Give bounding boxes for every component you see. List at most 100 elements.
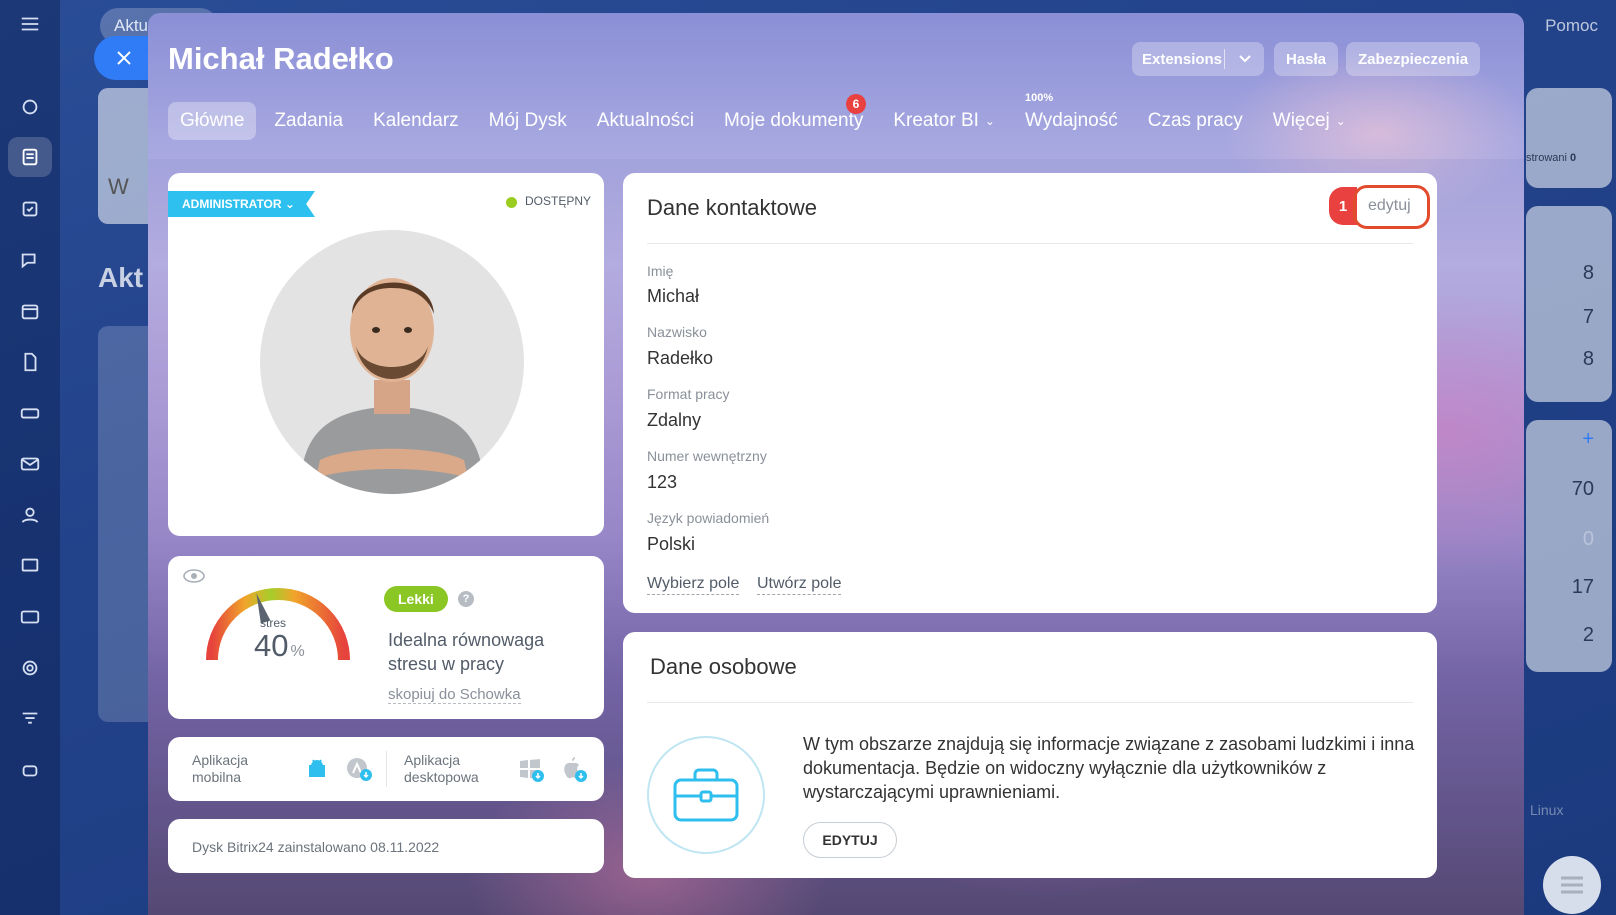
chevron-down-icon: ⌄ (1335, 114, 1346, 128)
avatar[interactable] (260, 230, 524, 494)
personal-description: W tym obszarze znajdują się informacje z… (803, 734, 1415, 802)
disk-install-info: Dysk Bitrix24 zainstalowano 08.11.2022 (192, 839, 440, 855)
stress-description: Idealna równowaga stresu w pracy (388, 630, 545, 674)
mail-icon[interactable] (18, 452, 42, 476)
list-icon (1561, 876, 1583, 894)
right-column-card (1526, 88, 1612, 188)
edit-contact-link[interactable]: edytuj (1368, 197, 1411, 215)
count-value: 8 (1582, 348, 1594, 370)
tab-my-documents[interactable]: Moje dokumenty 6 (712, 94, 875, 140)
close-icon (117, 51, 131, 65)
contact-section-title: Dane kontaktowe (647, 195, 817, 220)
briefcase-illustration (647, 736, 765, 854)
briefcase-icon (673, 768, 739, 822)
count-value: 8 (1582, 262, 1594, 284)
copy-to-clipboard-link[interactable]: skopiuj do Schowka (388, 686, 521, 704)
divider (386, 751, 387, 787)
tab-news[interactable]: Aktualności (585, 102, 706, 140)
board-icon[interactable] (18, 554, 42, 578)
extensions-button[interactable]: Extensions (1132, 42, 1264, 76)
right-column-counts: 8 7 8 (1526, 206, 1612, 402)
right-column-stats: + 70 0 17 2 (1526, 420, 1612, 672)
personal-card: Dane osobowe W tym obszarze znajdują się… (623, 632, 1437, 878)
android-icon[interactable] (306, 757, 328, 781)
background-card-text: W (108, 174, 129, 199)
documents-count-badge: 6 (845, 94, 866, 114)
field-value: 123 (647, 472, 678, 492)
disk-card: Dysk Bitrix24 zainstalowano 08.11.2022 (168, 819, 604, 873)
menu-icon[interactable] (18, 12, 42, 36)
security-button[interactable]: Zabezpieczenia (1346, 42, 1481, 76)
target-icon[interactable] (18, 656, 42, 680)
choose-field-link[interactable]: Wybierz pole (647, 575, 740, 595)
create-field-link[interactable]: Utwórz pole (757, 575, 842, 595)
help-icon[interactable]: ? (458, 591, 474, 607)
tab-performance[interactable]: 100% Wydajność (1013, 92, 1130, 140)
field-label: Nazwisko (647, 324, 707, 340)
chevron-down-icon: ⌄ (284, 197, 295, 211)
role-ribbon[interactable]: ADMINISTRATOR ⌄ (168, 191, 315, 217)
field-label: Format pracy (647, 386, 730, 402)
count-value: 2 (1582, 624, 1594, 646)
plus-icon[interactable]: + (1582, 428, 1594, 451)
app-store-download-icon[interactable] (346, 757, 374, 783)
contact-card: Dane kontaktowe 1 edytuj Imię Michał Naz… (623, 173, 1437, 613)
filter-icon[interactable] (18, 707, 42, 731)
tasks-icon[interactable] (18, 197, 42, 221)
tab-more[interactable]: Więcej ⌄ (1261, 102, 1358, 140)
id-card-icon[interactable] (18, 605, 42, 629)
passwords-button[interactable]: Hasła (1274, 42, 1339, 76)
field-value: Radełko (647, 348, 714, 368)
performance-percent: 100% (1024, 92, 1054, 104)
divider (647, 702, 1413, 703)
avatar-card: ADMINISTRATOR ⌄ DOSTĘPNY (168, 173, 604, 536)
desktop-app-label: Aplikacja desktopowa (404, 752, 479, 785)
status-dot-icon (506, 197, 517, 208)
calendar-icon[interactable] (18, 299, 42, 323)
field-label: Numer wewnętrzny (647, 448, 767, 464)
profile-tabs: Główne Zadania Kalendarz Mój Dysk Aktual… (168, 92, 1364, 141)
feed-icon[interactable] (8, 137, 52, 177)
apps-card: Aplikacja mobilna Aplikacja desktopowa (168, 737, 604, 801)
count-value: 17 (1571, 576, 1594, 598)
field-value: Zdalny (647, 410, 702, 430)
stress-value: 40% (254, 628, 305, 663)
chevron-down-icon[interactable] (1225, 55, 1264, 63)
extensions-label: Extensions (1142, 50, 1223, 68)
rocket-icon[interactable] (18, 95, 42, 119)
close-slider-button[interactable] (94, 36, 154, 80)
mobile-app-label: Aplikacja mobilna (192, 752, 249, 785)
left-rail (0, 0, 60, 915)
drive-icon[interactable] (18, 401, 42, 425)
contacts-icon[interactable] (18, 503, 42, 527)
windows-download-icon[interactable] (518, 757, 546, 783)
edit-personal-button[interactable]: EDYTUJ (803, 822, 897, 858)
background-heading: Akt (98, 262, 144, 293)
personal-section-title: Dane osobowe (650, 654, 797, 679)
tab-main[interactable]: Główne (168, 102, 257, 140)
tab-calendar[interactable]: Kalendarz (361, 102, 471, 140)
field-label: Imię (647, 263, 674, 279)
count-value: 7 (1582, 306, 1594, 328)
divider (647, 243, 1413, 244)
help-link[interactable]: Pomoc (1545, 16, 1598, 36)
person-photo (300, 278, 484, 494)
macos-download-icon[interactable] (560, 755, 588, 783)
chat-icon[interactable] (18, 248, 42, 272)
tab-working-time[interactable]: Czas pracy (1136, 102, 1255, 140)
robot-icon[interactable] (18, 758, 42, 782)
status-text: DOSTĘPNY (525, 194, 592, 208)
field-value: Polski (647, 534, 696, 554)
list-fab-button[interactable] (1543, 856, 1601, 914)
right-column-label: strowani 0 (1526, 152, 1577, 164)
field-label: Język powiadomień (647, 510, 770, 526)
field-value: Michał (647, 286, 700, 306)
tab-tasks[interactable]: Zadania (262, 102, 355, 140)
tab-bi-builder[interactable]: Kreator BI ⌄ (881, 102, 1007, 140)
tab-my-drive[interactable]: Mój Dysk (477, 102, 579, 140)
document-icon[interactable] (18, 350, 42, 374)
stress-level-badge: Lekki (384, 586, 448, 612)
profile-slider: Michał Radełko Extensions Hasła Zabezpie… (148, 13, 1524, 915)
count-value: 70 (1571, 478, 1594, 500)
chevron-down-icon: ⌄ (984, 114, 995, 128)
